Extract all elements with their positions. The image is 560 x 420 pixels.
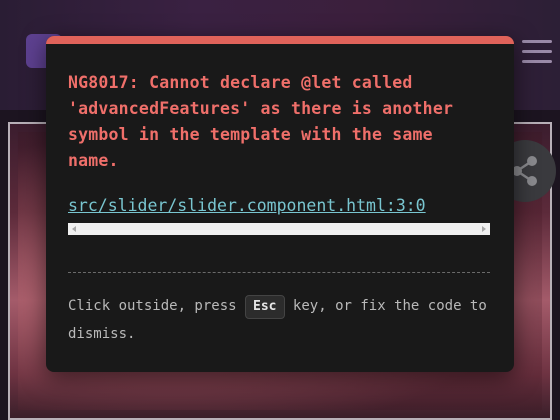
- scroll-left-icon[interactable]: [72, 226, 76, 232]
- share-icon: [512, 156, 537, 186]
- dismiss-hint: Click outside, press Esc key, or fix the…: [68, 292, 498, 348]
- esc-key-badge: Esc: [245, 295, 285, 319]
- hamburger-menu-icon[interactable]: [522, 40, 552, 64]
- divider: [68, 272, 490, 273]
- file-location-link[interactable]: src/slider/slider.component.html:3:0: [68, 196, 426, 215]
- error-overlay[interactable]: NG8017: Cannot declare @let called 'adva…: [46, 36, 514, 372]
- error-accent-bar: [46, 36, 514, 44]
- dismiss-hint-before: Click outside, press: [68, 298, 246, 314]
- error-message: NG8017: Cannot declare @let called 'adva…: [68, 73, 454, 170]
- horizontal-scrollbar[interactable]: [68, 223, 490, 235]
- scroll-right-icon[interactable]: [482, 226, 486, 232]
